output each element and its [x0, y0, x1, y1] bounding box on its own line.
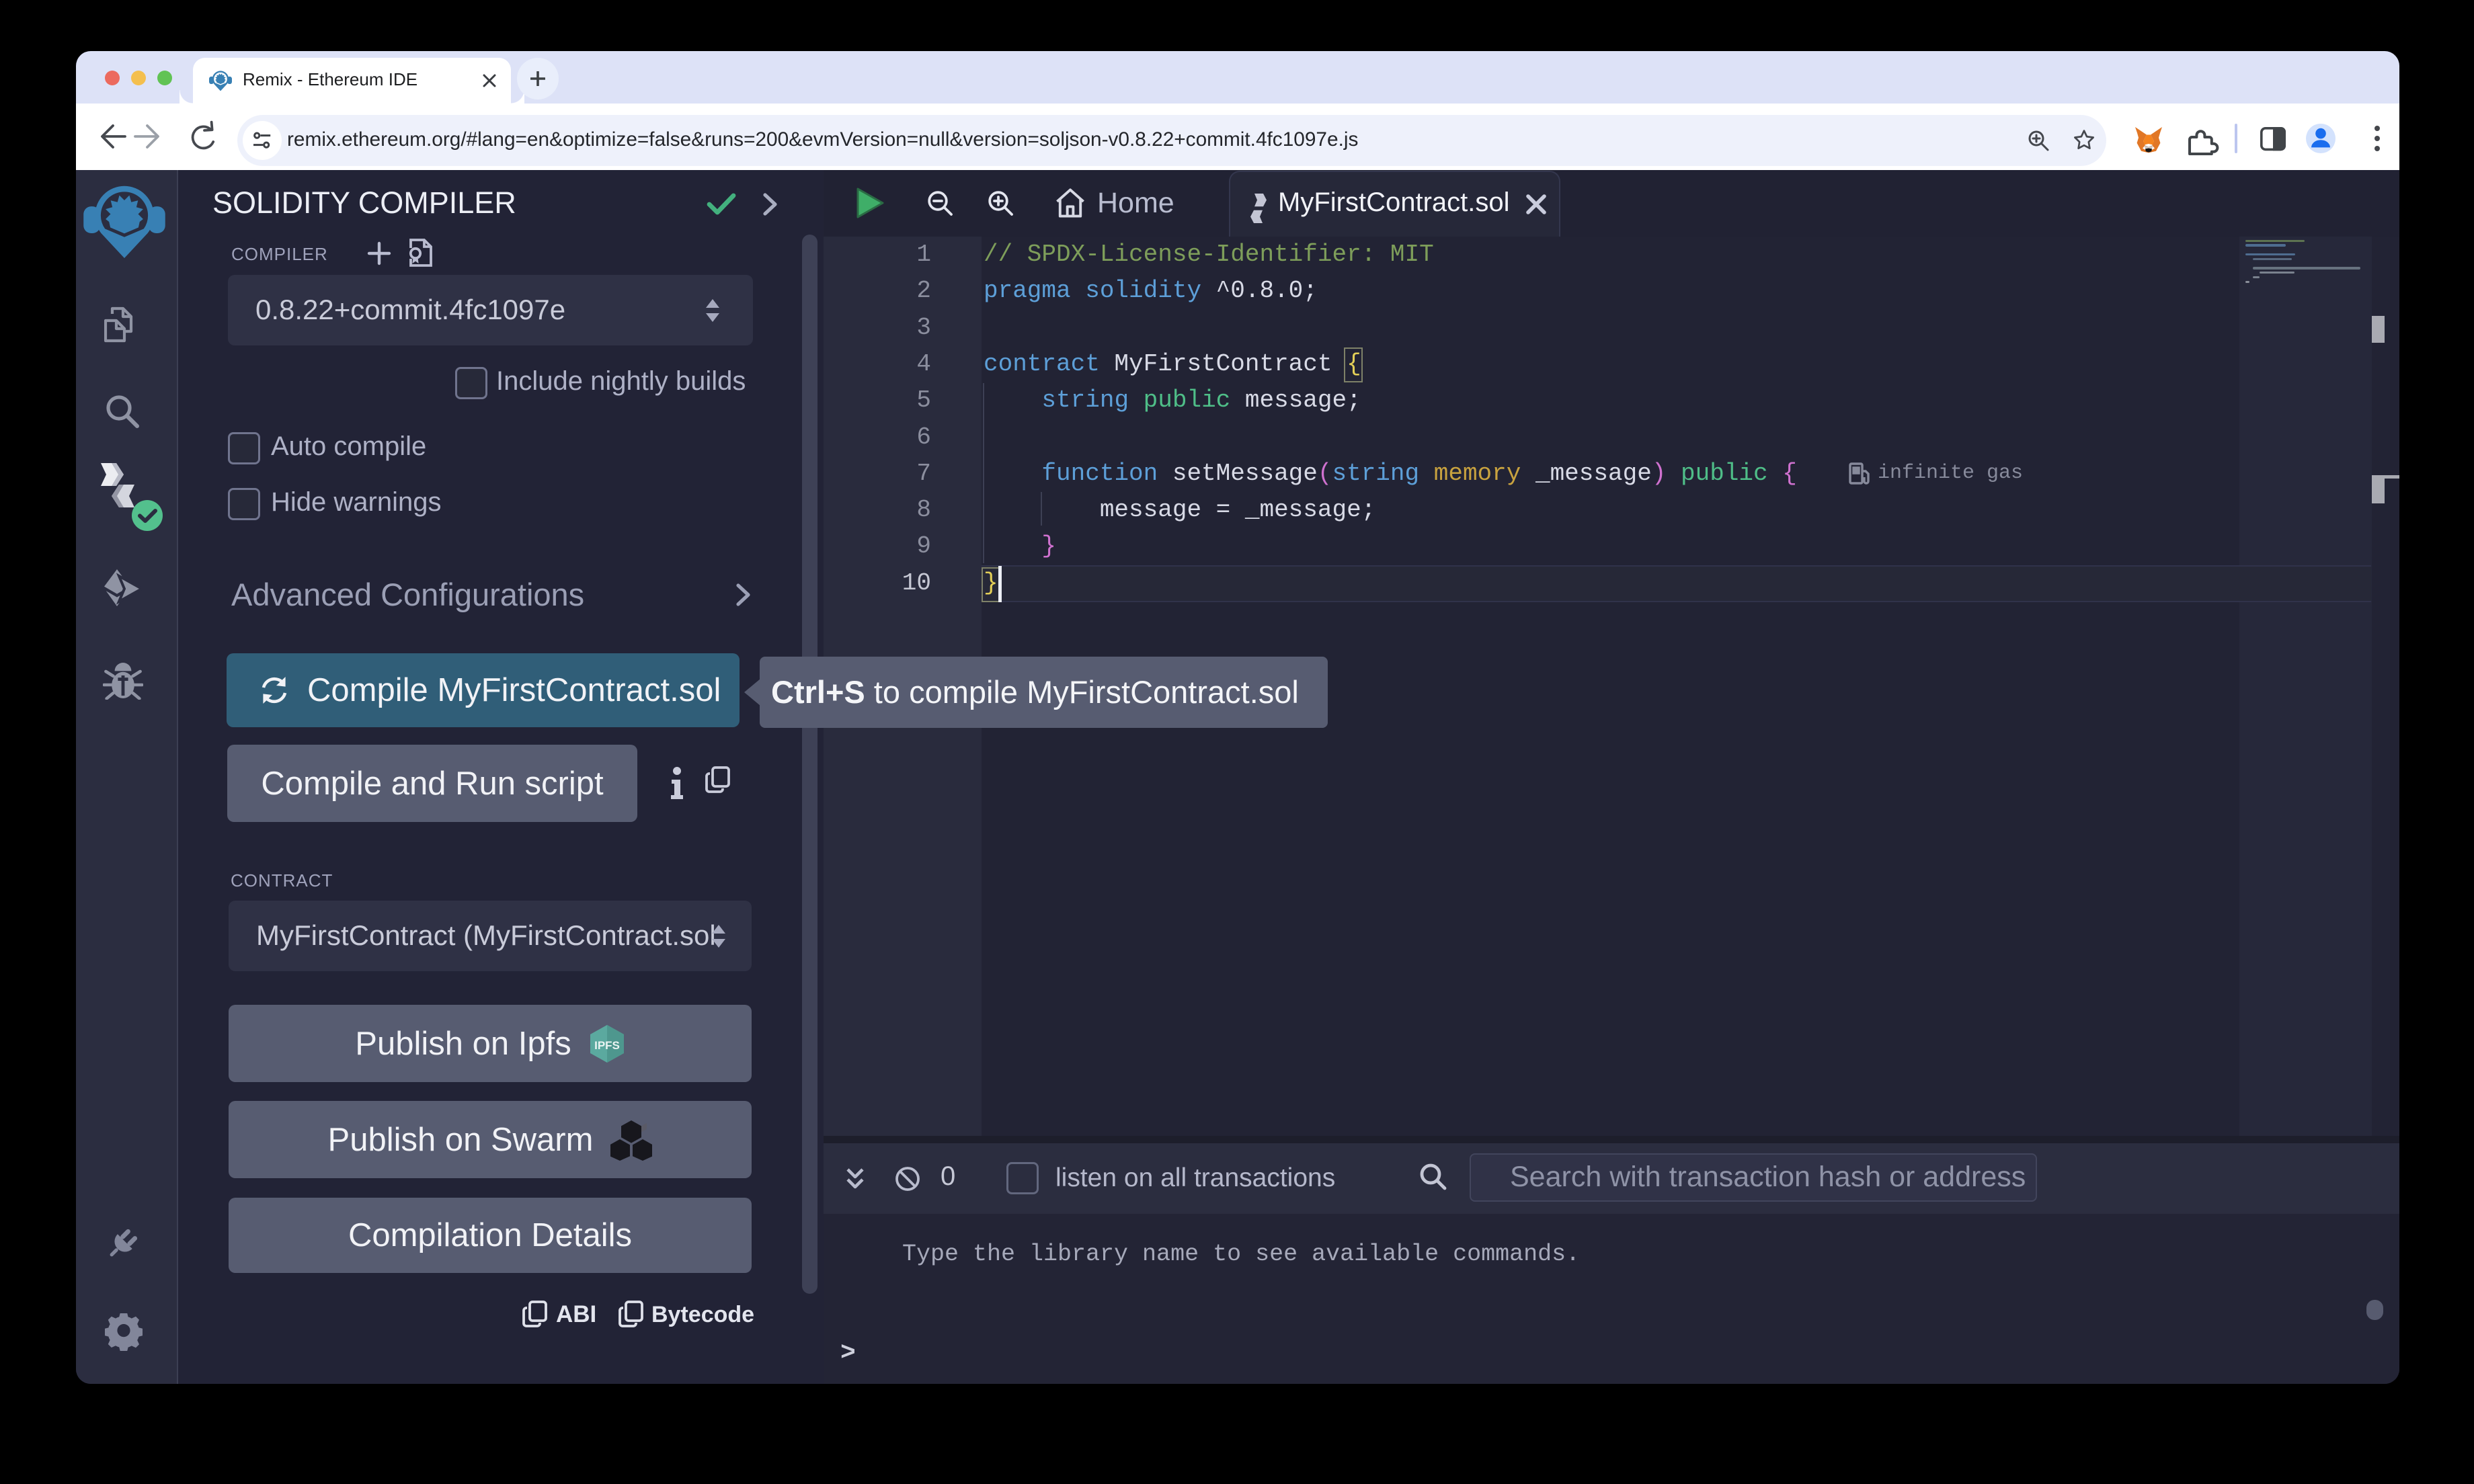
svg-text:IPFS: IPFS [594, 1039, 620, 1052]
